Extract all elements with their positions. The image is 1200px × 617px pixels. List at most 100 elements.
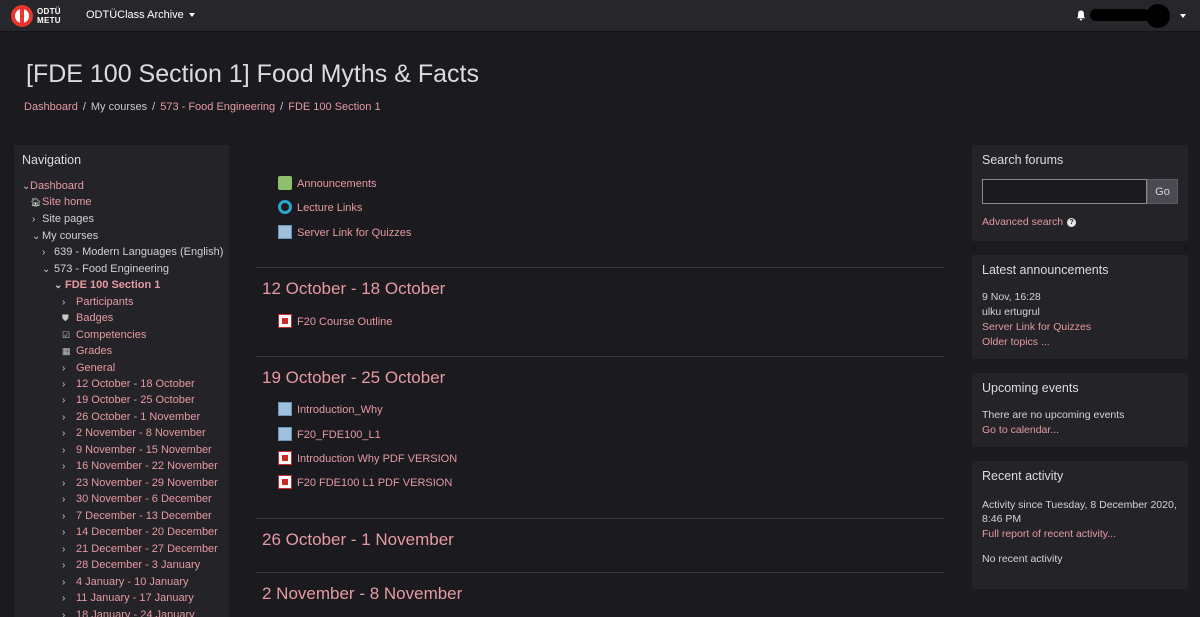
top-navbar: ODTÜ METU ODTÜClass Archive xyxy=(0,0,1200,32)
go-to-calendar-link[interactable]: Go to calendar... xyxy=(982,424,1059,436)
chevron-right-icon: › xyxy=(62,445,66,456)
chevron-right-icon: › xyxy=(62,577,66,588)
section-title[interactable]: 19 October - 25 October xyxy=(262,368,445,388)
nav-item-week[interactable]: › 16 November - 22 November xyxy=(62,459,218,473)
nav-item-site-pages[interactable]: › Site pages xyxy=(32,212,94,226)
latest-announcements-title: Latest announcements xyxy=(982,263,1109,277)
nav-item-week[interactable]: › 30 November - 6 December xyxy=(62,492,212,506)
section-divider xyxy=(256,518,944,519)
activity-course-outline[interactable]: F20 Course Outline xyxy=(278,314,392,330)
nav-item-week[interactable]: › 4 January - 10 January xyxy=(62,575,189,589)
nav-item-badges[interactable]: ⛊ Badges xyxy=(62,311,113,325)
nav-item-label: 21 December - 27 December xyxy=(76,543,218,555)
nav-item-participants[interactable]: › Participants xyxy=(62,295,133,309)
nav-item-week[interactable]: › 26 October - 1 November xyxy=(62,410,200,424)
nav-item-week[interactable]: › 12 October - 18 October xyxy=(62,377,195,391)
announcement-post-link[interactable]: Server Link for Quizzes xyxy=(982,321,1091,333)
section-divider xyxy=(256,267,944,268)
breadcrumb-course[interactable]: FDE 100 Section 1 xyxy=(288,101,380,113)
search-forums-title: Search forums xyxy=(982,153,1064,167)
activity-introduction-why[interactable]: Introduction_Why xyxy=(278,402,383,418)
activity-label: Introduction_Why xyxy=(297,404,383,416)
activity-f20-l1-pdf[interactable]: F20 FDE100 L1 PDF VERSION xyxy=(278,475,452,491)
navigation-block: Navigation ⌄Dashboard 🏠︎Site home › Site … xyxy=(14,145,229,617)
nav-item-week[interactable]: › 19 October - 25 October xyxy=(62,393,195,407)
nav-item-week[interactable]: › 11 January - 17 January xyxy=(62,591,194,605)
table-icon: ▦ xyxy=(62,346,71,356)
nav-item-general[interactable]: › General xyxy=(62,361,115,375)
user-name-redacted[interactable] xyxy=(1090,9,1150,21)
nav-item-week[interactable]: › 21 December - 27 December xyxy=(62,542,218,556)
nav-item-dashboard[interactable]: ⌄Dashboard xyxy=(22,179,84,193)
nav-item-week[interactable]: › 18 January - 24 January xyxy=(62,608,195,617)
nav-item-course-639[interactable]: › 639 - Modern Languages (English) xyxy=(42,245,223,259)
chevron-right-icon: › xyxy=(62,478,66,489)
advanced-search-label: Advanced search xyxy=(982,216,1064,228)
search-forums-input[interactable] xyxy=(982,179,1147,204)
notification-bell-icon[interactable] xyxy=(1076,10,1086,21)
nav-item-label: 18 January - 24 January xyxy=(76,609,195,617)
chevron-right-icon: › xyxy=(62,560,66,571)
odtu-metu-logo[interactable]: ODTÜ METU xyxy=(11,5,65,27)
nav-item-label: Badges xyxy=(76,312,114,324)
nav-item-label: Site home xyxy=(42,196,92,208)
user-menu-caret-icon[interactable] xyxy=(1180,14,1186,18)
nav-item-label: 28 December - 3 January xyxy=(76,559,201,571)
search-go-button[interactable]: Go xyxy=(1147,179,1178,204)
nav-item-label: Grades xyxy=(76,345,113,357)
chevron-right-icon: › xyxy=(32,214,36,225)
site-menu-dropdown[interactable]: ODTÜClass Archive xyxy=(86,9,195,21)
nav-item-site-home[interactable]: 🏠︎Site home xyxy=(30,195,92,209)
nav-item-competencies[interactable]: ☑ Competencies xyxy=(62,328,146,342)
search-forums-block: Search forums Go Advanced search? xyxy=(972,145,1188,241)
site-menu-label: ODTÜClass Archive xyxy=(86,9,184,21)
activity-label: Announcements xyxy=(297,178,377,190)
nav-item-week[interactable]: › 14 December - 20 December xyxy=(62,525,218,539)
section-title[interactable]: 2 November - 8 November xyxy=(262,584,462,604)
chevron-right-icon: › xyxy=(42,247,46,258)
nav-item-week[interactable]: › 23 November - 29 November xyxy=(62,476,218,490)
section-title[interactable]: 26 October - 1 November xyxy=(262,530,454,550)
help-icon[interactable]: ? xyxy=(1067,217,1077,227)
nav-item-label: My courses xyxy=(42,230,99,242)
chevron-down-icon: ⌄ xyxy=(54,280,63,291)
nav-item-week[interactable]: › 7 December - 13 December xyxy=(62,509,212,523)
activity-announcements[interactable]: Announcements xyxy=(278,176,377,192)
chevron-right-icon: › xyxy=(62,511,66,522)
activity-lecture-links[interactable]: Lecture Links xyxy=(278,200,362,216)
chevron-down-icon: ⌄ xyxy=(22,181,31,192)
nav-item-course-573[interactable]: ⌄ 573 - Food Engineering xyxy=(42,262,169,276)
chevron-right-icon: › xyxy=(62,494,66,505)
no-recent-activity-text: No recent activity xyxy=(982,553,1063,565)
breadcrumb-dashboard[interactable]: Dashboard xyxy=(24,101,78,113)
nav-item-week[interactable]: › 9 November - 15 November xyxy=(62,443,212,457)
breadcrumb-food-engineering[interactable]: 573 - Food Engineering xyxy=(160,101,275,113)
section-divider xyxy=(256,572,944,573)
full-report-link[interactable]: Full report of recent activity... xyxy=(982,528,1116,540)
breadcrumb-separator: / xyxy=(152,101,156,113)
url-icon xyxy=(278,200,292,215)
nav-item-label: 7 December - 13 December xyxy=(76,510,212,522)
nav-item-week[interactable]: › 2 November - 8 November xyxy=(62,426,206,440)
breadcrumb: Dashboard / My courses / 573 - Food Engineer… xyxy=(24,101,381,113)
activity-since-text: Activity since Tuesday, 8 December 2020, xyxy=(982,499,1177,511)
nav-item-label: Participants xyxy=(76,296,134,308)
older-topics-link[interactable]: Older topics ... xyxy=(982,336,1050,348)
activity-server-link[interactable]: Server Link for Quizzes xyxy=(278,225,411,241)
nav-item-grades[interactable]: ▦ Grades xyxy=(62,344,112,358)
nav-item-label: FDE 100 Section 1 xyxy=(65,279,161,291)
nav-item-my-courses[interactable]: ⌄ My courses xyxy=(32,229,98,243)
activity-label: F20_FDE100_L1 xyxy=(297,429,381,441)
nav-item-week[interactable]: › 28 December - 3 January xyxy=(62,558,200,572)
nav-item-fde100-current[interactable]: ⌄ FDE 100 Section 1 xyxy=(54,278,160,292)
section-title[interactable]: 12 October - 18 October xyxy=(262,279,445,299)
shield-icon: ⛊ xyxy=(62,313,69,323)
chevron-right-icon: › xyxy=(62,428,66,439)
user-avatar[interactable] xyxy=(1146,4,1170,28)
nav-item-label: 4 January - 10 January xyxy=(76,576,189,588)
nav-item-label: 16 November - 22 November xyxy=(76,460,218,472)
activity-f20-l1[interactable]: F20_FDE100_L1 xyxy=(278,427,381,443)
activity-label: Introduction Why PDF VERSION xyxy=(297,453,458,465)
advanced-search-link[interactable]: Advanced search? xyxy=(982,216,1077,228)
activity-introduction-why-pdf[interactable]: Introduction Why PDF VERSION xyxy=(278,451,457,467)
